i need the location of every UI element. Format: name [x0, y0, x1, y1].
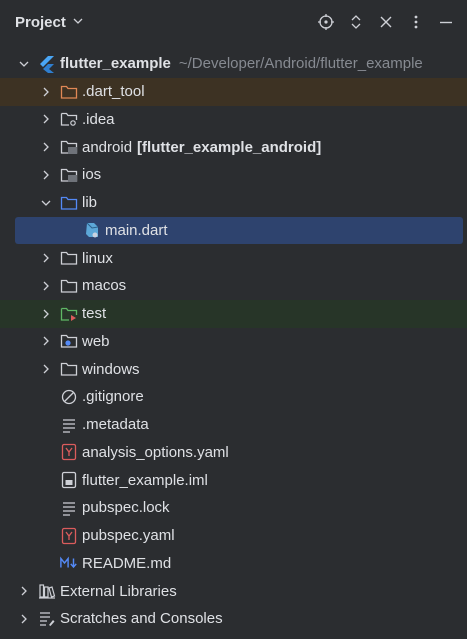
- project-name: flutter_example: [60, 55, 171, 73]
- tree-node-lib[interactable]: lib: [0, 189, 467, 217]
- tree-node-web[interactable]: web: [0, 328, 467, 356]
- locate-file-icon[interactable]: [311, 7, 341, 37]
- tree-node-label: External Libraries: [60, 582, 177, 600]
- tree-node-label: pubspec.lock: [82, 499, 170, 517]
- tree-node-scratches[interactable]: Scratches and Consoles: [0, 605, 467, 633]
- module-name: [flutter_example_android]: [137, 138, 322, 156]
- tree-node-label: web: [82, 332, 110, 350]
- dart-file-icon: [83, 221, 101, 239]
- tree-node-label: macos: [82, 277, 127, 295]
- tree-node-label: main.dart: [105, 221, 168, 239]
- project-path: ~/Developer/Android/flutter_example: [178, 55, 423, 73]
- tree-node-pubspec-yaml[interactable]: pubspec.yaml: [0, 522, 467, 550]
- chevron-down-icon[interactable]: [16, 56, 32, 72]
- tree-node-gitignore[interactable]: .gitignore: [0, 383, 467, 411]
- tree-node-readme[interactable]: README.md: [0, 550, 467, 578]
- folder-icon: [60, 277, 78, 295]
- chevron-right-icon[interactable]: [38, 250, 54, 266]
- minimize-icon[interactable]: [431, 7, 461, 37]
- tree-node-external-libraries[interactable]: External Libraries: [0, 577, 467, 605]
- expand-collapse-icon[interactable]: [341, 7, 371, 37]
- tree-node-label: pubspec.yaml: [82, 527, 175, 545]
- tree-node-label: ios: [82, 166, 102, 184]
- folder-icon: [60, 249, 78, 267]
- tree-node-dart-tool[interactable]: .dart_tool: [0, 77, 467, 106]
- tree-node-linux[interactable]: linux: [0, 244, 467, 272]
- tree-node-metadata[interactable]: .metadata: [0, 411, 467, 439]
- flutter-icon: [38, 55, 56, 73]
- ignore-file-icon: [60, 388, 78, 406]
- tree-node-root[interactable]: flutter_example ~/Developer/Android/flut…: [0, 50, 467, 78]
- tree-node-label: android: [82, 138, 133, 156]
- chevron-right-icon[interactable]: [38, 333, 54, 349]
- module-folder-icon: [60, 166, 78, 184]
- tree-node-label: analysis_options.yaml: [82, 443, 229, 461]
- source-folder-icon: [60, 194, 78, 212]
- tree-node-label: windows: [82, 360, 140, 378]
- tree-node-analysis-options[interactable]: analysis_options.yaml: [0, 439, 467, 467]
- settings-folder-icon: [60, 110, 78, 128]
- tree-node-label: flutter_example.iml: [82, 471, 208, 489]
- tree-node-test[interactable]: test: [0, 299, 467, 328]
- chevron-right-icon[interactable]: [16, 611, 32, 627]
- markdown-file-icon: [60, 554, 78, 572]
- tree-node-label: .metadata: [82, 416, 149, 434]
- tree-node-label: .dart_tool: [82, 83, 145, 101]
- excluded-folder-icon: [60, 83, 78, 101]
- header-toolbar: [311, 0, 461, 44]
- tree-node-android[interactable]: android [flutter_example_android]: [0, 133, 467, 161]
- chevron-right-icon[interactable]: [38, 84, 54, 100]
- test-folder-icon: [60, 305, 78, 323]
- chevron-right-icon[interactable]: [38, 111, 54, 127]
- tree-node-windows[interactable]: windows: [0, 355, 467, 383]
- tree-node-macos[interactable]: macos: [0, 272, 467, 300]
- tree-node-label: .idea: [82, 110, 115, 128]
- chevron-down-icon: [72, 14, 84, 31]
- panel-title: Project: [15, 13, 66, 31]
- chevron-right-icon[interactable]: [16, 583, 32, 599]
- folder-icon: [60, 360, 78, 378]
- tree-node-pubspec-lock[interactable]: pubspec.lock: [0, 494, 467, 522]
- tree-node-idea[interactable]: .idea: [0, 106, 467, 134]
- tree-node-label: lib: [82, 194, 98, 212]
- tree-node-label: .gitignore: [82, 388, 144, 406]
- yaml-file-icon: [60, 527, 78, 545]
- tree-node-ios[interactable]: ios: [0, 161, 467, 189]
- project-panel-header: Project: [0, 0, 467, 44]
- project-view-selector[interactable]: Project: [15, 13, 84, 31]
- tree-node-label: linux: [82, 249, 113, 267]
- chevron-right-icon[interactable]: [38, 278, 54, 294]
- text-file-icon: [60, 416, 78, 434]
- library-icon: [38, 582, 56, 600]
- chevron-right-icon[interactable]: [38, 306, 54, 322]
- tree-node-iml[interactable]: flutter_example.iml: [0, 466, 467, 494]
- more-options-icon[interactable]: [401, 7, 431, 37]
- web-folder-icon: [60, 332, 78, 350]
- tree-node-label: Scratches and Consoles: [60, 610, 223, 628]
- tree-node-label: test: [82, 305, 107, 323]
- chevron-right-icon[interactable]: [38, 361, 54, 377]
- iml-file-icon: [60, 471, 78, 489]
- text-file-icon: [60, 499, 78, 517]
- close-icon[interactable]: [371, 7, 401, 37]
- scratches-icon: [38, 610, 56, 628]
- chevron-down-icon[interactable]: [38, 195, 54, 211]
- project-tree: flutter_example ~/Developer/Android/flut…: [0, 50, 467, 633]
- chevron-right-icon[interactable]: [38, 139, 54, 155]
- module-folder-icon: [60, 138, 78, 156]
- chevron-right-icon[interactable]: [38, 167, 54, 183]
- tree-node-label: README.md: [82, 554, 172, 572]
- yaml-file-icon: [60, 443, 78, 461]
- tree-node-main-dart[interactable]: main.dart: [15, 216, 463, 245]
